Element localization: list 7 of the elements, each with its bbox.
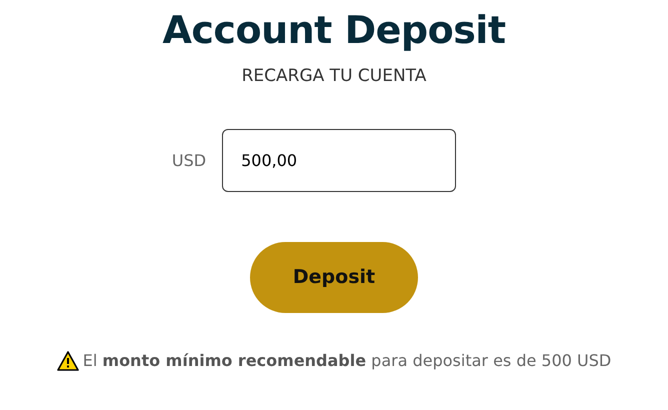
warning-icon — [56, 351, 79, 372]
currency-label: USD — [172, 150, 206, 172]
page-subtitle: RECARGA TU CUENTA — [242, 64, 426, 88]
amount-field[interactable]: 500,00 — [222, 129, 456, 192]
deposit-button[interactable]: Deposit — [250, 242, 418, 314]
minimum-deposit-notice: El monto mínimo recomendable para depositar es de 500 USD — [82, 350, 612, 372]
page-title: Account Deposit — [162, 8, 506, 54]
